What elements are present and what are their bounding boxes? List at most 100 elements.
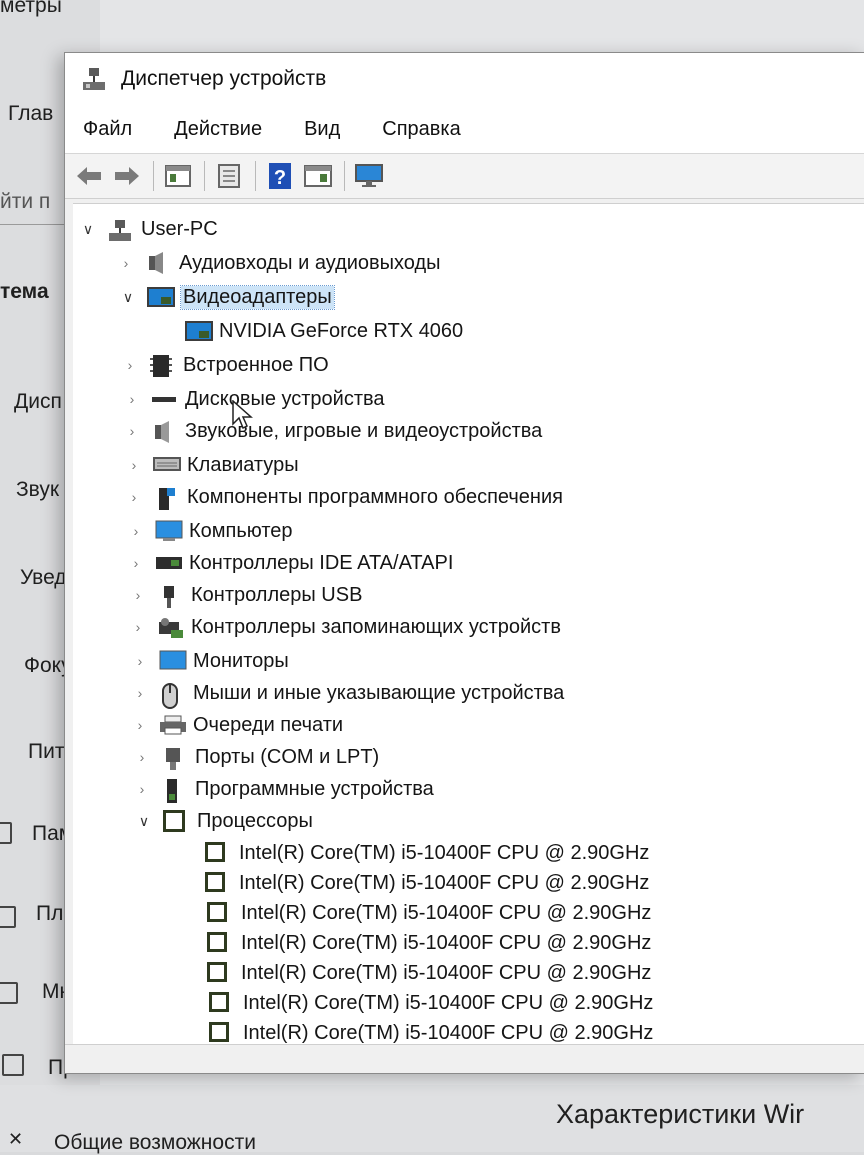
- tree-item-cpu[interactable]: Intel(R) Core(TM) i5-10400F CPU @ 2.90GH…: [207, 928, 651, 958]
- sound-icon: [151, 420, 177, 443]
- category-label: Клавиатуры: [187, 453, 299, 476]
- tree-item-cpu[interactable]: Intel(R) Core(TM) i5-10400F CPU @ 2.90GH…: [207, 958, 651, 988]
- settings-home-link[interactable]: Глав: [8, 102, 53, 126]
- chevron-right-icon[interactable]: ›: [129, 619, 147, 635]
- device-manager-icon: [81, 66, 107, 92]
- ide-controller-icon: [155, 552, 182, 574]
- chevron-down-icon[interactable]: ∨: [79, 221, 97, 238]
- monitor-icon[interactable]: [353, 161, 385, 191]
- tree-item-gpu[interactable]: NVIDIA GeForce RTX 4060: [185, 316, 463, 346]
- storage-controller-icon: [157, 616, 183, 638]
- tree-item-monitors[interactable]: › Мониторы: [131, 646, 289, 676]
- settings-nav-display[interactable]: Дисп: [14, 390, 62, 414]
- category-label: Мыши и иные указывающие устройства: [193, 681, 565, 704]
- chevron-right-icon[interactable]: ›: [123, 423, 141, 439]
- tree-item-ports[interactable]: › Порты (COM и LPT): [133, 742, 379, 772]
- settings-nav-notifications[interactable]: Увед: [20, 566, 67, 590]
- printer-icon: [159, 714, 186, 736]
- chevron-down-icon[interactable]: ∨: [119, 289, 137, 306]
- help-icon[interactable]: ?: [264, 161, 296, 191]
- tree-item-mice[interactable]: › Мыши и иные указывающие устройства: [131, 678, 565, 709]
- multitasking-icon: [0, 982, 18, 1004]
- device-label: Intel(R) Core(TM) i5-10400F CPU @ 2.90GH…: [243, 991, 654, 1014]
- settings-nav-shared-experiences[interactable]: Общие возможности: [54, 1131, 256, 1155]
- toolbar: ?: [65, 153, 864, 199]
- tree-item-sound-devices[interactable]: › Звуковые, игровые и видеоустройства: [123, 416, 542, 446]
- computer-icon: [155, 520, 183, 542]
- display-adapter-icon: [185, 320, 213, 342]
- category-label: Порты (COM и LPT): [195, 745, 380, 768]
- chevron-right-icon[interactable]: ›: [125, 457, 143, 473]
- tree-item-processors[interactable]: ∨ Процессоры: [135, 806, 313, 836]
- menu-action[interactable]: Действие: [168, 114, 268, 145]
- tree-item-software-components[interactable]: › Компоненты программного обеспечения: [125, 482, 563, 512]
- menu-help[interactable]: Справка: [376, 114, 466, 145]
- properties-icon[interactable]: [162, 161, 194, 191]
- menu-view[interactable]: Вид: [298, 114, 346, 145]
- category-label: Контроллеры запоминающих устройств: [191, 615, 561, 638]
- chevron-right-icon[interactable]: ›: [131, 685, 149, 701]
- category-label: Контроллеры USB: [191, 583, 363, 606]
- tree-root[interactable]: ∨ User-PC: [79, 214, 218, 244]
- category-label: Мониторы: [193, 649, 289, 672]
- port-icon: [161, 746, 187, 770]
- title-bar[interactable]: Диспетчер устройств: [65, 53, 864, 105]
- tree-item-software-devices[interactable]: › Программные устройства: [133, 774, 434, 804]
- tree-item-storage-controllers[interactable]: › Контроллеры запоминающих устройств: [129, 612, 561, 642]
- svg-text:?: ?: [274, 167, 286, 189]
- chevron-down-icon[interactable]: ∨: [135, 813, 153, 830]
- toolbar-separator: [255, 161, 256, 191]
- device-label: Intel(R) Core(TM) i5-10400F CPU @ 2.90GH…: [241, 931, 652, 954]
- back-icon[interactable]: [73, 161, 105, 191]
- tree-item-cpu[interactable]: Intel(R) Core(TM) i5-10400F CPU @ 2.90GH…: [205, 838, 649, 868]
- tree-item-firmware[interactable]: › Встроенное ПО: [121, 350, 329, 380]
- settings-search-input[interactable]: йти п: [0, 182, 70, 225]
- tree-item-cpu[interactable]: Intel(R) Core(TM) i5-10400F CPU @ 2.90GH…: [209, 1018, 653, 1045]
- tree-item-cpu[interactable]: Intel(R) Core(TM) i5-10400F CPU @ 2.90GH…: [207, 898, 651, 928]
- device-label: Intel(R) Core(TM) i5-10400F CPU @ 2.90GH…: [239, 871, 650, 894]
- chevron-right-icon[interactable]: ›: [127, 523, 145, 539]
- chevron-right-icon[interactable]: ›: [131, 653, 149, 669]
- tree-item-usb-controllers[interactable]: › Контроллеры USB: [129, 580, 362, 610]
- tree-item-ide-controllers[interactable]: › Контроллеры IDE ATA/ATAPI: [127, 548, 454, 578]
- settings-title: метры: [0, 0, 62, 17]
- tree-item-print-queues[interactable]: › Очереди печати: [131, 710, 343, 740]
- chevron-right-icon[interactable]: ›: [125, 489, 143, 505]
- tree-item-cpu[interactable]: Intel(R) Core(TM) i5-10400F CPU @ 2.90GH…: [205, 868, 649, 898]
- disk-icon: [151, 388, 177, 410]
- tree-item-cpu[interactable]: Intel(R) Core(TM) i5-10400F CPU @ 2.90GH…: [209, 988, 653, 1018]
- view-icon[interactable]: [302, 161, 334, 191]
- settings-nav-sound[interactable]: Звук: [16, 478, 59, 502]
- computer-root-icon: [107, 218, 133, 241]
- device-tree[interactable]: ∨ User-PC › Аудиовходы и аудиовыходы ∨ В…: [73, 203, 864, 1045]
- category-label: Очереди печати: [193, 713, 344, 736]
- update-icon[interactable]: [213, 161, 245, 191]
- chevron-right-icon[interactable]: ›: [129, 587, 147, 603]
- device-label: Intel(R) Core(TM) i5-10400F CPU @ 2.90GH…: [241, 961, 652, 984]
- keyboard-icon: [153, 454, 181, 476]
- tree-item-display-adapters[interactable]: ∨ Видеоадаптеры: [119, 282, 335, 312]
- chevron-right-icon[interactable]: ›: [121, 357, 139, 373]
- settings-bottom-area: ✕ Общие возможности Характеристики Wir: [0, 1085, 864, 1155]
- chevron-right-icon[interactable]: ›: [127, 555, 145, 571]
- forward-icon[interactable]: [111, 161, 143, 191]
- tree-item-computer[interactable]: › Компьютер: [127, 516, 293, 546]
- toolbar-separator: [344, 161, 345, 191]
- mouse-icon: [159, 682, 185, 709]
- tree-item-keyboards[interactable]: › Клавиатуры: [125, 450, 299, 480]
- chevron-right-icon[interactable]: ›: [123, 391, 141, 407]
- monitor-icon: [159, 650, 187, 672]
- chevron-right-icon[interactable]: ›: [117, 255, 135, 271]
- settings-search-placeholder: йти п: [0, 190, 51, 213]
- chevron-right-icon[interactable]: ›: [133, 781, 151, 797]
- windows-specs-heading: Характеристики Wir: [556, 1099, 805, 1129]
- tree-item-audio-io[interactable]: › Аудиовходы и аудиовыходы: [117, 248, 441, 278]
- processor-icon: [205, 842, 231, 864]
- firmware-icon: [149, 354, 175, 377]
- storage-icon: [0, 822, 12, 844]
- chevron-right-icon[interactable]: ›: [131, 717, 149, 733]
- chevron-right-icon[interactable]: ›: [133, 749, 151, 765]
- processor-icon: [207, 902, 233, 924]
- accessibility-icon: ✕: [8, 1129, 24, 1149]
- menu-file[interactable]: Файл: [77, 114, 138, 145]
